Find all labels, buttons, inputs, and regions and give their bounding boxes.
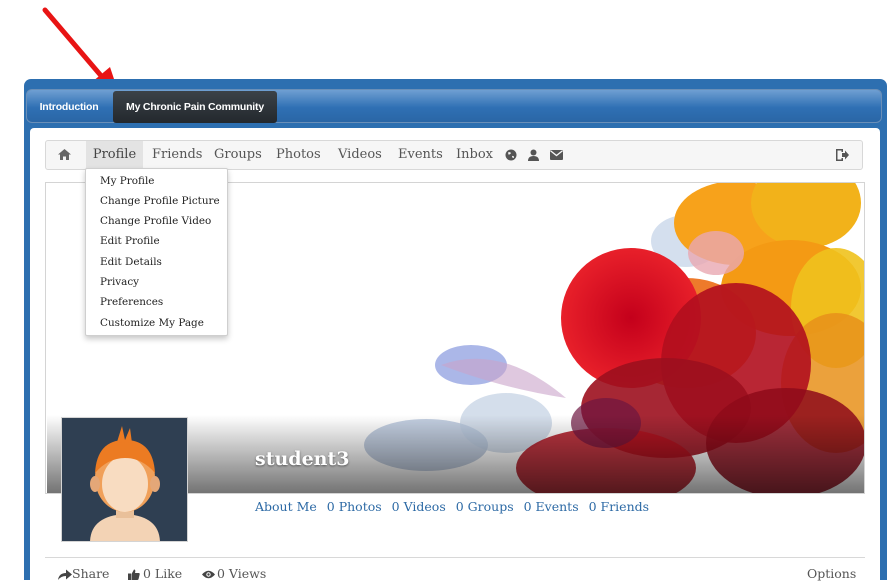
- views-count: 0 Views: [202, 566, 266, 581]
- menu-item-edit-profile[interactable]: Edit Profile: [100, 235, 160, 247]
- profile-links: About Me 0 Photos 0 Videos 0 Groups 0 Ev…: [255, 499, 655, 514]
- menu-item-privacy[interactable]: Privacy: [100, 276, 139, 288]
- menu-item-change-profile-picture[interactable]: Change Profile Picture: [100, 195, 220, 207]
- menu-item-my-profile[interactable]: My Profile: [100, 175, 154, 187]
- nav-profile[interactable]: Profile: [86, 141, 143, 169]
- user-icon[interactable]: [528, 141, 539, 169]
- nav-groups[interactable]: Groups: [214, 141, 262, 169]
- link-about-me[interactable]: About Me: [255, 499, 317, 514]
- nav-photos[interactable]: Photos: [276, 141, 321, 169]
- share-button[interactable]: Share: [58, 566, 109, 581]
- footer-divider: [45, 557, 865, 558]
- menu-item-preferences[interactable]: Preferences: [100, 296, 163, 308]
- link-friends[interactable]: 0 Friends: [589, 499, 649, 514]
- like-button[interactable]: 0 Like: [128, 566, 182, 581]
- like-label: 0 Like: [143, 566, 183, 581]
- mail-icon[interactable]: [550, 141, 563, 169]
- tab-introduction[interactable]: Introduction: [31, 92, 107, 122]
- nav-friends[interactable]: Friends: [152, 141, 202, 169]
- menu-item-edit-details[interactable]: Edit Details: [100, 256, 162, 268]
- options-button[interactable]: Options: [807, 566, 856, 581]
- thumbs-up-icon: [128, 569, 140, 580]
- home-icon[interactable]: [58, 141, 74, 169]
- link-videos[interactable]: 0 Videos: [392, 499, 446, 514]
- avatar[interactable]: [61, 417, 188, 542]
- share-icon: [58, 569, 72, 580]
- nav-videos[interactable]: Videos: [338, 141, 382, 169]
- eye-icon: [202, 570, 215, 579]
- profile-dropdown-menu: [85, 168, 228, 336]
- share-label: Share: [72, 566, 110, 581]
- menu-item-change-profile-video[interactable]: Change Profile Video: [100, 215, 211, 227]
- views-label: 0 Views: [217, 566, 267, 581]
- link-events[interactable]: 0 Events: [524, 499, 579, 514]
- profile-username: student3: [255, 448, 350, 470]
- link-photos[interactable]: 0 Photos: [327, 499, 382, 514]
- menu-item-customize-my-page[interactable]: Customize My Page: [100, 317, 204, 329]
- globe-icon[interactable]: [505, 141, 517, 169]
- logout-icon[interactable]: [836, 141, 849, 169]
- nav-events[interactable]: Events: [398, 141, 443, 169]
- tab-my-chronic-pain-community[interactable]: My Chronic Pain Community: [113, 91, 277, 123]
- link-groups[interactable]: 0 Groups: [456, 499, 514, 514]
- nav-inbox[interactable]: Inbox: [456, 141, 493, 169]
